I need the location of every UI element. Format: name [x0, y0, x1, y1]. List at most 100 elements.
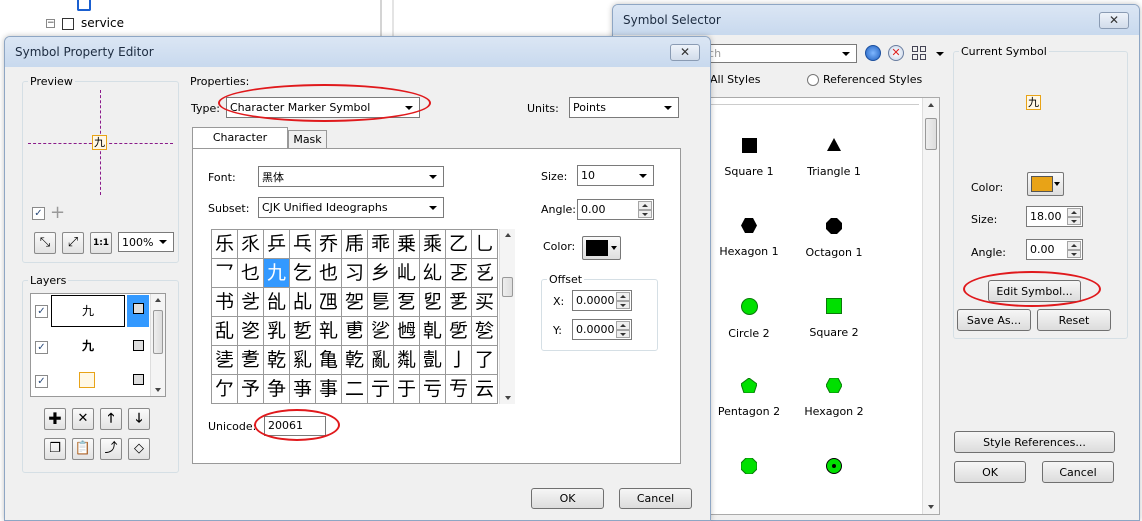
move-layer-up-icon[interactable]: 🡑	[100, 408, 122, 430]
character-cell[interactable]: 乳	[264, 317, 290, 346]
character-cell[interactable]: 也	[316, 259, 342, 288]
view-options-dropdown-icon[interactable]	[936, 52, 944, 56]
character-cell[interactable]: 买	[472, 288, 498, 317]
spin-up-icon[interactable]	[1067, 241, 1081, 250]
character-cell[interactable]: 乹	[420, 317, 446, 346]
tree-checkbox[interactable]	[62, 18, 74, 30]
character-cell[interactable]: 乗	[394, 230, 420, 259]
character-cell[interactable]: 乩	[290, 288, 316, 317]
spin-up-icon[interactable]	[1067, 208, 1081, 217]
symbol-octagon-2[interactable]	[709, 458, 789, 486]
character-cell[interactable]: 乿	[290, 346, 316, 375]
units-dropdown[interactable]: Points	[569, 97, 679, 118]
character-cell[interactable]: 乶	[342, 317, 368, 346]
layer-visible-checkbox[interactable]: ✓	[35, 305, 48, 318]
character-cell[interactable]: 于	[394, 375, 420, 404]
character-cell[interactable]: 乤	[446, 259, 472, 288]
character-cell[interactable]: 乘	[420, 230, 446, 259]
symbol-gallery[interactable]: Square 1 Triangle 1 Hexagon 1 Octagon 1 …	[708, 97, 940, 515]
view-options-icon[interactable]	[912, 46, 928, 60]
spin-up-icon[interactable]	[616, 292, 630, 301]
symbol-circle-2[interactable]: Circle 2	[709, 298, 789, 340]
style-references-button[interactable]: Style References...	[954, 431, 1115, 453]
character-cell[interactable]: 乒	[264, 230, 290, 259]
character-cell[interactable]: 亁	[342, 346, 368, 375]
layers-scrollbar[interactable]	[150, 294, 165, 396]
character-cell[interactable]: 乞	[290, 259, 316, 288]
character-cell[interactable]: 亇	[212, 375, 238, 404]
font-dropdown[interactable]: 黑体	[258, 166, 444, 187]
character-cell[interactable]: 乜	[238, 259, 264, 288]
character-grid[interactable]: 乐乑乒乓乔乕乖乗乘乙乚乛乜九乞也习乡乢乣乤乥书乧乨乩乪乫乬乭乮乯买乱乲乳乴乵乶乷…	[211, 229, 498, 404]
character-cell[interactable]: 乐	[212, 230, 238, 259]
layer-lock-icon[interactable]	[127, 295, 149, 327]
character-cell[interactable]: 乔	[316, 230, 342, 259]
tab-mask[interactable]: Mask	[288, 130, 327, 149]
symbol-triangle-1[interactable]: Triangle 1	[794, 138, 874, 178]
character-cell[interactable]: 乮	[420, 288, 446, 317]
clear-search-icon[interactable]: ✕	[888, 45, 904, 61]
symbol-octagon-1[interactable]: Octagon 1	[794, 218, 874, 259]
spin-down-icon[interactable]	[616, 329, 630, 338]
character-cell[interactable]: 乵	[316, 317, 342, 346]
symbol-selector-ok-button[interactable]: OK	[954, 461, 1026, 483]
reset-button[interactable]: Reset	[1037, 309, 1111, 331]
x-offset-spinner[interactable]: 0.0000	[572, 290, 632, 311]
tab-character-marker[interactable]: Character Marker	[192, 127, 288, 164]
size-dropdown[interactable]: 10	[577, 165, 654, 186]
character-cell[interactable]: 乣	[420, 259, 446, 288]
layer-row[interactable]: ✓	[31, 366, 151, 396]
character-cell[interactable]: 乧	[238, 288, 264, 317]
character-cell[interactable]: 了	[472, 346, 498, 375]
character-cell[interactable]: 事	[316, 375, 342, 404]
one-to-one-icon[interactable]: 1:1	[90, 232, 112, 254]
character-cell[interactable]: 乻	[472, 317, 498, 346]
layers-list[interactable]: ✓ 九 ✓ 九 ✓	[30, 293, 166, 397]
referenced-styles-label[interactable]: Referenced Styles	[823, 73, 922, 86]
character-cell[interactable]: 争	[264, 375, 290, 404]
character-cell[interactable]: 乱	[212, 317, 238, 346]
character-cell[interactable]: 乛	[212, 259, 238, 288]
edit-symbol-button[interactable]: Edit Symbol...	[988, 280, 1081, 302]
symbol-property-editor-cancel-button[interactable]: Cancel	[619, 488, 692, 509]
character-cell[interactable]: 乺	[446, 317, 472, 346]
color-picker-button[interactable]	[582, 236, 621, 260]
tree-collapse-icon[interactable]: −	[46, 19, 55, 28]
layer-row[interactable]: ✓ 九	[31, 330, 151, 364]
symbol-hexagon-1[interactable]: Hexagon 1	[709, 218, 789, 258]
character-cell[interactable]: 乷	[368, 317, 394, 346]
paste-layer-icon[interactable]: 📋	[72, 438, 94, 460]
character-cell[interactable]: 亊	[290, 375, 316, 404]
character-cell[interactable]: 二	[342, 375, 368, 404]
preview-grid-checkbox[interactable]: ✓	[32, 207, 45, 220]
tree-item-service[interactable]: service	[81, 16, 124, 30]
crosshair-icon[interactable]: +	[50, 204, 65, 222]
character-cell[interactable]: 乬	[368, 288, 394, 317]
layer-lock-icon[interactable]	[127, 372, 149, 390]
symbol-property-editor-close-button[interactable]: ✕	[670, 44, 700, 61]
referenced-styles-radio[interactable]	[807, 74, 819, 86]
spin-down-icon[interactable]	[1067, 216, 1081, 225]
character-cell[interactable]: 乪	[316, 288, 342, 317]
character-cell[interactable]: 乡	[368, 259, 394, 288]
character-cell[interactable]: 习	[342, 259, 368, 288]
character-cell[interactable]: 亄	[420, 346, 446, 375]
character-cell[interactable]: 乫	[342, 288, 368, 317]
spin-up-icon[interactable]	[616, 321, 630, 330]
combine-layer-icon[interactable]: ⤴	[100, 438, 122, 460]
spin-down-icon[interactable]	[638, 209, 652, 218]
unicode-field[interactable]: 20061	[264, 416, 326, 436]
character-cell[interactable]: 乓	[290, 230, 316, 259]
character-cell[interactable]: 乾	[264, 346, 290, 375]
character-cell[interactable]: 亀	[316, 346, 342, 375]
angle-spinner[interactable]: 0.00	[1026, 239, 1083, 260]
character-cell[interactable]: 乭	[394, 288, 420, 317]
character-cell[interactable]: 乲	[238, 317, 264, 346]
type-dropdown[interactable]: Character Marker Symbol	[226, 97, 420, 118]
character-cell[interactable]: 亍	[368, 375, 394, 404]
zoom-out-icon[interactable]: ⤢	[62, 232, 84, 254]
size-spinner[interactable]: 18.00	[1026, 206, 1083, 227]
layer-visible-checkbox[interactable]: ✓	[35, 375, 48, 388]
character-cell[interactable]: 亏	[420, 375, 446, 404]
character-cell[interactable]: 乥	[472, 259, 498, 288]
